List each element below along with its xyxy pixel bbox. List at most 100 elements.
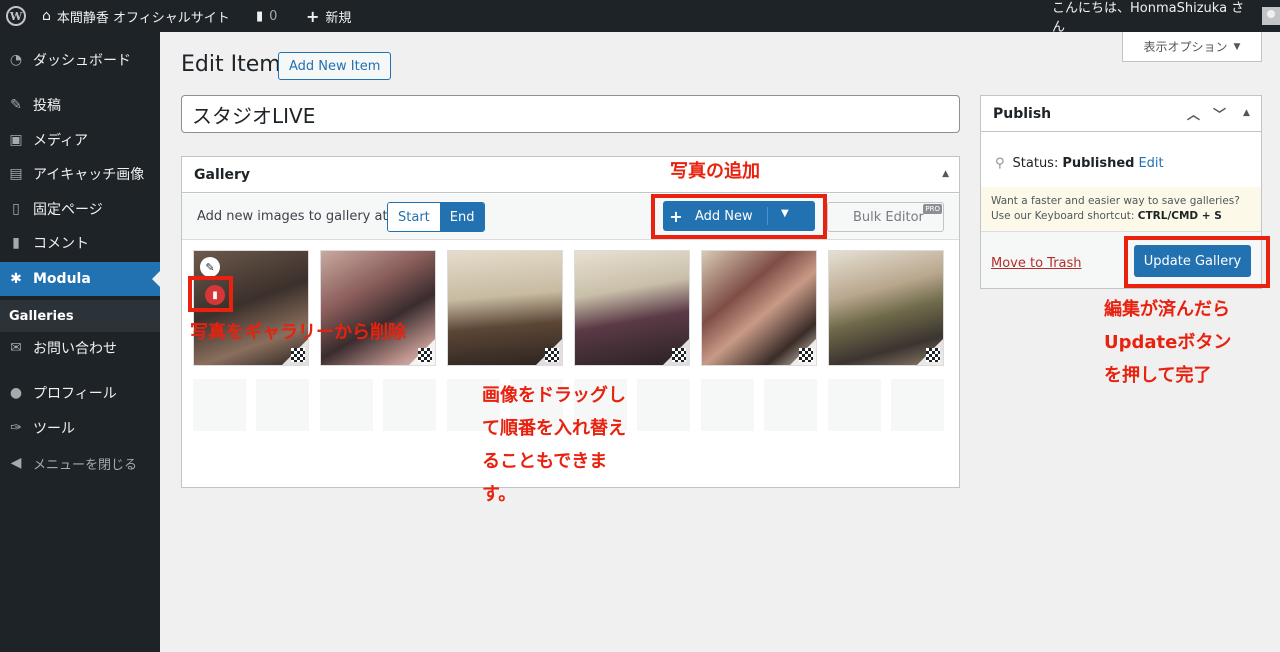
status-row: ⚲ Status: Published Edit (995, 156, 1164, 171)
promo-line-2: Use our Keyboard shortcut: CTRL/CMD + S (991, 209, 1251, 224)
annotation-drag-line-1: 画像をドラッグし (482, 385, 626, 406)
greeting: こんにちは、HonmaShizuka さん (1052, 1, 1245, 35)
annotation-drag-line-2: て順番を入れ替え (482, 418, 626, 439)
sidebar-item-comments[interactable]: ▮ コメント (0, 226, 160, 260)
promo-text: Use our Keyboard shortcut: (991, 210, 1135, 222)
screen-options-button[interactable]: 表示オプション ▼ (1122, 32, 1262, 62)
collapse-icon: ◀ (10, 455, 22, 471)
bulk-editor-button[interactable]: Bulk Editor PRO (827, 202, 944, 232)
move-up-icon[interactable]: ︿ (1187, 104, 1200, 123)
caret-down-icon: ▼ (1233, 41, 1241, 52)
annotation-drag-line-4: す。 (482, 484, 517, 505)
move-to-trash-link[interactable]: Move to Trash (991, 256, 1082, 271)
comments-count: 0 (269, 8, 278, 24)
plus-icon: + (306, 6, 320, 26)
start-button[interactable]: Start (388, 203, 440, 231)
move-down-icon[interactable]: ﹀ (1213, 104, 1226, 123)
sidebar-item-label: お問い合わせ (33, 341, 117, 357)
resize-handle-icon[interactable] (672, 348, 686, 362)
submenu-item-galleries[interactable]: Galleries (0, 300, 160, 332)
sidebar-item-label: コメント (33, 236, 89, 252)
add-new-item-button[interactable]: Add New Item (278, 52, 392, 80)
add-position-toggle: Start End (387, 202, 486, 232)
avatar (1262, 7, 1280, 25)
admin-bar: W ⌂ 本間静香 オフィシャルサイト ▮ 0 + 新規 こんにちは、HonmaS… (0, 0, 1280, 35)
sidebar-item-media[interactable]: ▣ メディア (0, 123, 160, 157)
sidebar-item-modula[interactable]: ✱ Modula (0, 262, 160, 296)
image-placeholder (891, 379, 944, 431)
shortcut-promo: Want a faster and easier way to save gal… (981, 187, 1261, 231)
item-title-input[interactable]: スタジオLIVE (181, 95, 960, 133)
resize-handle-icon[interactable] (418, 348, 432, 362)
image-placeholder (193, 379, 246, 431)
sidebar-item-pages[interactable]: ▯ 固定ページ (0, 192, 160, 226)
dashboard-icon: ◔ (9, 52, 23, 68)
sidebar-item-posts[interactable]: ✎ 投稿 (0, 88, 160, 122)
status-label: Status: (1012, 156, 1059, 171)
my-account-link[interactable]: こんにちは、HonmaShizuka さん (1052, 0, 1280, 35)
pencil-icon[interactable]: ✎ (200, 257, 220, 277)
promo-line-1: Want a faster and easier way to save gal… (991, 195, 1240, 207)
gallery-title: Gallery (194, 166, 251, 183)
sidebar-item-label: メディア (33, 133, 89, 149)
sidebar-item-tools[interactable]: ✑ ツール (0, 411, 160, 445)
resize-handle-icon[interactable] (926, 348, 940, 362)
gallery-image[interactable] (701, 250, 817, 366)
page-title: Edit Item (181, 52, 281, 77)
sidebar-item-featured-image[interactable]: ▤ アイキャッチ画像 (0, 157, 160, 191)
gallery-image[interactable] (828, 250, 944, 366)
collapse-arrow-icon[interactable]: ▲ (942, 169, 949, 179)
add-position-text: Add new images to gallery at (197, 209, 388, 224)
new-content-link[interactable]: + 新規 (306, 0, 351, 32)
annotation-delete-photo: 写真をギャラリーから削除 (190, 322, 406, 343)
sidebar-item-label: プロフィール (33, 386, 117, 402)
gallery-header[interactable]: Gallery ▲ (182, 157, 959, 193)
site-name-link[interactable]: ⌂ 本間静香 オフィシャルサイト (42, 0, 230, 32)
image-placeholder (701, 379, 754, 431)
annotation-update-line-3: を押して完了 (1104, 365, 1212, 386)
collapse-menu-button[interactable]: ◀ メニューを閉じる (0, 446, 160, 480)
submenu-label: Galleries (9, 308, 74, 324)
image-placeholder (637, 379, 690, 431)
image-placeholder (828, 379, 881, 431)
sidebar-item-dashboard[interactable]: ◔ ダッシュボード (0, 43, 160, 77)
pin-icon: ✎ (10, 97, 22, 113)
screen-options-label: 表示オプション (1143, 40, 1228, 54)
page-icon: ▯ (12, 201, 20, 217)
sidebar-item-contact[interactable]: ✉ お問い合わせ (0, 331, 160, 365)
annotation-add-photo: 写真の追加 (670, 161, 760, 182)
pin-icon: ⚲ (995, 156, 1005, 171)
admin-sidebar: ◔ ダッシュボード ✎ 投稿 ▣ メディア ▤ アイキャッチ画像 ▯ 固定ページ… (0, 32, 160, 652)
user-icon: ● (9, 385, 23, 401)
wrench-icon: ✑ (10, 420, 22, 436)
image-placeholder (256, 379, 309, 431)
wordpress-icon: W (6, 6, 26, 26)
image-placeholder (764, 379, 817, 431)
comment-icon: ▮ (256, 8, 264, 24)
bulk-editor-label: Bulk Editor (853, 209, 924, 225)
mail-icon: ✉ (10, 340, 22, 356)
gallery-image[interactable] (320, 250, 436, 366)
sidebar-item-profile[interactable]: ● プロフィール (0, 376, 160, 410)
annotation-box-add-new (651, 194, 827, 239)
publish-title: Publish (993, 105, 1052, 122)
sidebar-item-label: アイキャッチ画像 (33, 167, 145, 183)
home-icon: ⌂ (42, 8, 51, 24)
status-edit-link[interactable]: Edit (1138, 156, 1163, 171)
wp-logo-menu[interactable]: W (6, 0, 26, 32)
comments-link[interactable]: ▮ 0 (256, 0, 277, 32)
resize-handle-icon[interactable] (545, 348, 559, 362)
collapse-arrow-icon[interactable]: ▲ (1243, 108, 1250, 118)
publish-header: Publish ︿ ﹀ ▲ (981, 96, 1261, 132)
sidebar-item-label: ダッシュボード (33, 53, 131, 69)
end-button[interactable]: End (439, 203, 485, 231)
gallery-image[interactable] (574, 250, 690, 366)
image-placeholder (383, 379, 436, 431)
resize-handle-icon[interactable] (291, 348, 305, 362)
resize-handle-icon[interactable] (799, 348, 813, 362)
sidebar-item-label: Modula (33, 271, 91, 287)
comment-icon: ▮ (12, 235, 20, 251)
gallery-image[interactable] (447, 250, 563, 366)
annotation-box-update (1124, 236, 1270, 288)
annotation-box-delete (188, 276, 233, 312)
